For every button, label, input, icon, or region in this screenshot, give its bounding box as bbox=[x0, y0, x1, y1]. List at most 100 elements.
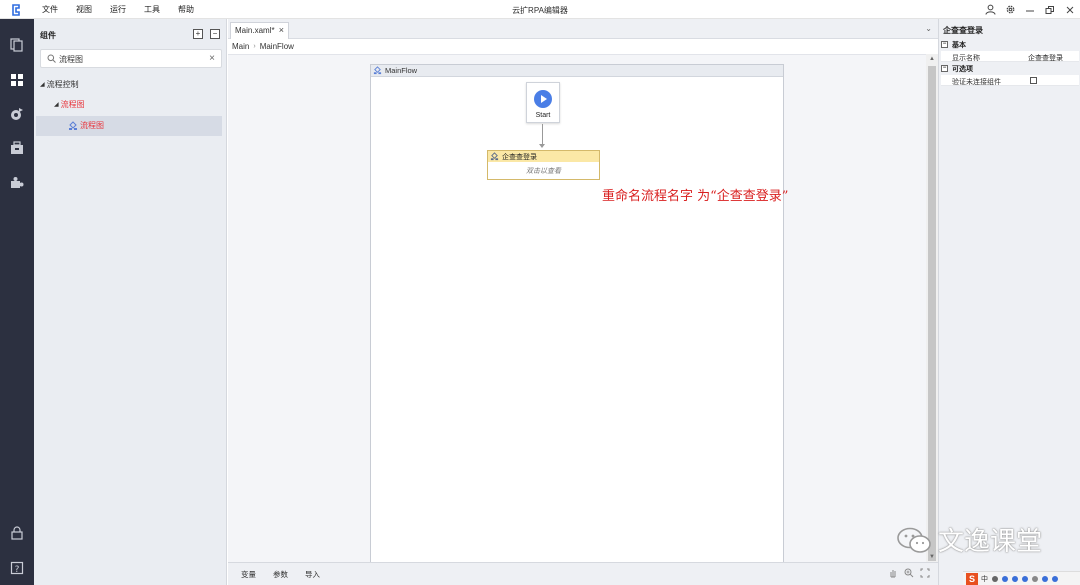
wechat-logo-icon bbox=[897, 527, 931, 553]
tab-imports[interactable]: 导入 bbox=[305, 569, 320, 580]
property-category-optional[interactable]: − 可选项 bbox=[941, 63, 1079, 74]
scroll-up-icon[interactable]: ▲ bbox=[929, 56, 935, 62]
chevron-down-icon[interactable]: ⌄ bbox=[925, 24, 932, 33]
menu-help[interactable]: 帮助 bbox=[178, 5, 194, 15]
category-label: 基本 bbox=[952, 41, 966, 49]
close-icon[interactable] bbox=[1060, 0, 1080, 19]
scroll-thumb[interactable] bbox=[928, 66, 936, 561]
search-icon bbox=[47, 54, 56, 63]
category-label: 可选项 bbox=[952, 65, 973, 73]
tree-item-label: 流程控制 bbox=[46, 80, 79, 89]
toolbox-tray-icon[interactable] bbox=[1052, 575, 1058, 582]
ime-tray: S 中 bbox=[963, 571, 1080, 585]
breadcrumb-main[interactable]: Main bbox=[232, 41, 249, 53]
components-panel: 组件 + − × ◢ 流程控制 ◢ 流程图 流程图 bbox=[34, 19, 227, 585]
menu-file[interactable]: 文件 bbox=[42, 5, 58, 15]
keyboard-icon[interactable] bbox=[1022, 575, 1028, 582]
flowchart-header: MainFlow bbox=[371, 65, 783, 77]
lock-icon[interactable] bbox=[9, 525, 25, 541]
property-value[interactable]: 企查查登录 bbox=[1028, 53, 1063, 63]
tab-variables[interactable]: 变量 bbox=[241, 569, 256, 580]
start-label: Start bbox=[535, 112, 551, 119]
clear-search-icon[interactable]: × bbox=[209, 53, 215, 65]
connector-arrow-icon bbox=[539, 144, 545, 148]
settings-gear-icon[interactable] bbox=[1000, 0, 1020, 19]
activity-hint: 双击以查看 bbox=[526, 168, 561, 175]
title-bar: 文件 视图 运行 工具 帮助 云扩RPA编辑器 bbox=[0, 0, 1080, 19]
activity-node[interactable]: 企查查登录 双击以查看 bbox=[487, 150, 600, 180]
skin-icon[interactable] bbox=[1042, 575, 1048, 582]
connector-line bbox=[542, 124, 543, 146]
activity-title: 企查查登录 bbox=[502, 153, 537, 161]
instruction-annotation: 重命名流程名字 为“企查查登录” bbox=[602, 189, 789, 204]
menu-run[interactable]: 运行 bbox=[110, 5, 126, 15]
sogou-ime-icon[interactable]: S bbox=[966, 572, 978, 585]
menu-view[interactable]: 视图 bbox=[76, 5, 92, 15]
ime-language[interactable]: 中 bbox=[981, 574, 988, 584]
tab-arguments[interactable]: 参数 bbox=[273, 569, 288, 580]
start-node[interactable]: Start bbox=[526, 82, 560, 123]
plugin-icon[interactable] bbox=[9, 174, 25, 190]
fit-screen-icon[interactable] bbox=[920, 568, 930, 580]
activity-header: 企查查登录 bbox=[488, 151, 599, 162]
tree-item-flow-control[interactable]: ◢ 流程控制 bbox=[36, 76, 222, 94]
property-key: 显示名称 bbox=[952, 55, 980, 62]
component-search-box: × bbox=[40, 49, 222, 68]
tab-label: Main.xaml* bbox=[235, 26, 275, 35]
flowchart-title: MainFlow bbox=[385, 66, 418, 75]
chevron-right-icon: › bbox=[253, 43, 256, 50]
vertical-scrollbar[interactable]: ▲ ▼ bbox=[926, 54, 938, 562]
caret-down-icon: ◢ bbox=[54, 102, 59, 108]
punctuation-icon[interactable] bbox=[992, 575, 998, 582]
expand-all-button[interactable]: + bbox=[193, 29, 203, 39]
property-row-display-name[interactable]: 显示名称 企查查登录 bbox=[941, 51, 1079, 62]
window-controls bbox=[980, 0, 1080, 19]
properties-panel: 企查查登录 − 基本 显示名称 企查查登录 − 可选项 验证未连接组件 bbox=[938, 19, 1080, 585]
property-category-basic[interactable]: − 基本 bbox=[941, 39, 1079, 50]
help-icon[interactable]: ? bbox=[9, 560, 25, 576]
property-row-validate[interactable]: 验证未连接组件 bbox=[941, 75, 1079, 86]
watermark: 文逸课堂 bbox=[896, 521, 1042, 558]
collapse-all-button[interactable]: − bbox=[210, 29, 220, 39]
watermark-text: 文逸课堂 bbox=[938, 527, 1043, 557]
flowchart-container[interactable]: MainFlow Start 企查查登录 双击以查看 bbox=[370, 64, 784, 564]
menu-bar: 文件 视图 运行 工具 帮助 bbox=[42, 5, 212, 15]
play-icon bbox=[534, 90, 552, 108]
designer-bottom-bar: 变量 参数 导入 bbox=[228, 562, 938, 585]
component-search-input[interactable] bbox=[59, 53, 199, 65]
tree-item-label: 流程图 bbox=[60, 100, 85, 109]
flowchart-icon bbox=[373, 66, 382, 75]
designer-canvas[interactable]: MainFlow Start 企查查登录 双击以查看 bbox=[228, 54, 926, 564]
collapse-box-icon[interactable]: − bbox=[941, 41, 948, 48]
toolbox-icon[interactable] bbox=[9, 140, 25, 156]
minimize-icon[interactable] bbox=[1020, 0, 1040, 19]
tab-main-xaml[interactable]: Main.xaml* × bbox=[230, 22, 289, 39]
collapse-box-icon[interactable]: − bbox=[941, 65, 948, 72]
activity-rail: ? bbox=[0, 19, 34, 585]
tree-item-flowchart-group[interactable]: ◢ 流程图 bbox=[36, 96, 222, 114]
recorder-icon[interactable] bbox=[9, 106, 25, 122]
svg-text:?: ? bbox=[15, 565, 20, 575]
app-logo-icon bbox=[12, 4, 20, 16]
property-key: 验证未连接组件 bbox=[952, 79, 1001, 86]
user-icon[interactable] bbox=[980, 0, 1000, 19]
validate-checkbox[interactable] bbox=[1030, 77, 1037, 84]
tree-item-flowchart-activity[interactable]: 流程图 bbox=[36, 116, 222, 136]
files-icon[interactable] bbox=[9, 37, 25, 53]
menu-tools[interactable]: 工具 bbox=[144, 5, 160, 15]
tree-item-label: 流程图 bbox=[80, 121, 104, 130]
emoji-icon[interactable] bbox=[1002, 575, 1008, 582]
components-icon[interactable] bbox=[9, 72, 25, 88]
pan-hand-icon[interactable] bbox=[888, 568, 898, 580]
restore-icon[interactable] bbox=[1040, 0, 1060, 19]
caret-down-icon: ◢ bbox=[40, 82, 45, 88]
user-tray-icon[interactable] bbox=[1032, 575, 1038, 582]
properties-title: 企查查登录 bbox=[943, 26, 983, 35]
zoom-in-icon[interactable] bbox=[904, 568, 914, 580]
flowchart-icon bbox=[490, 152, 499, 161]
document-tab-bar: Main.xaml* × ⌄ bbox=[228, 19, 938, 39]
breadcrumb-mainflow[interactable]: MainFlow bbox=[260, 41, 294, 53]
microphone-icon[interactable] bbox=[1012, 575, 1018, 582]
zoom-tools bbox=[882, 568, 930, 580]
tab-close-icon[interactable]: × bbox=[279, 23, 284, 38]
